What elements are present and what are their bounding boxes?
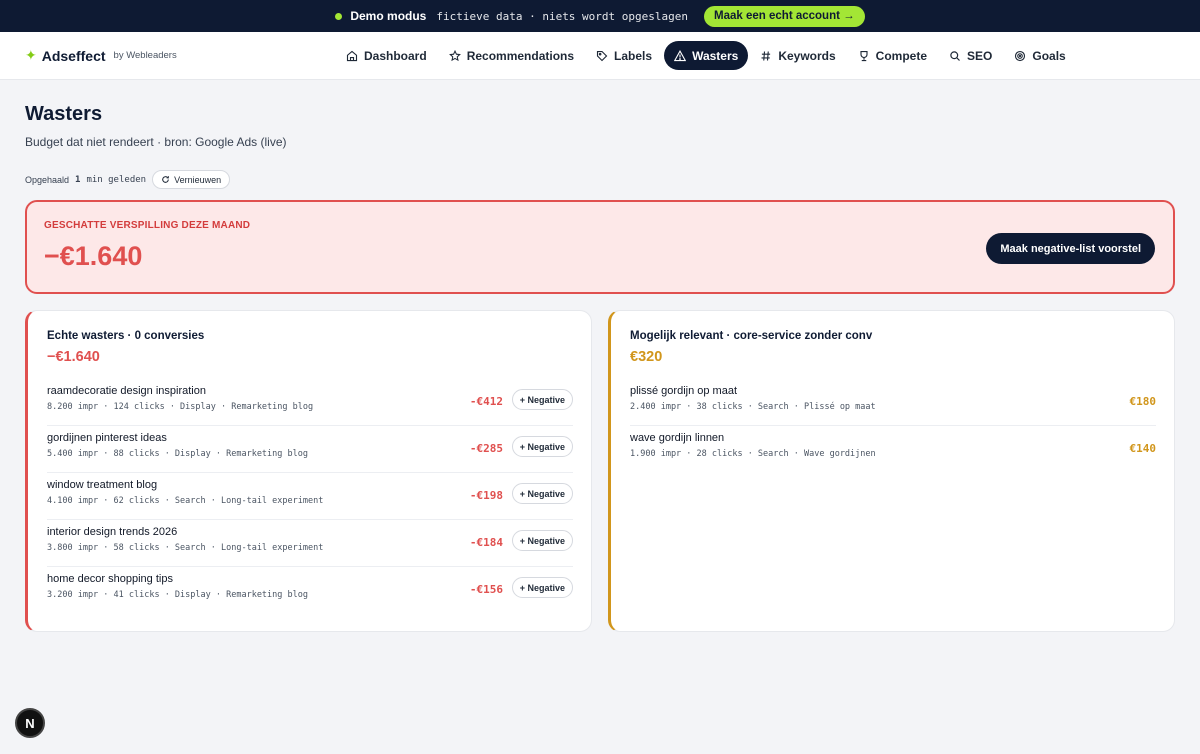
search-icon — [950, 50, 960, 61]
brand-logo[interactable]: ✦ Adseffect by Webleaders — [25, 47, 177, 64]
fetched-suffix: min geleden — [86, 174, 147, 185]
panel-total: €320 — [630, 349, 663, 365]
create-account-button[interactable]: Maak een echt account → — [704, 5, 865, 27]
add-negative-button[interactable]: + Negative — [511, 389, 573, 410]
keyword-cost: -€184 — [469, 536, 503, 549]
keyword-meta: 2.400 impr · 38 clicks · Search · Plissé… — [630, 402, 876, 412]
status-dot-icon — [335, 12, 343, 20]
real-wasters-panel: Echte wasters · 0 conversies −€1.640 raa… — [25, 310, 592, 632]
possibly-relevant-panel: Mogelijk relevant · core-service zonder … — [608, 310, 1175, 632]
nav-item-compete[interactable]: Compete — [848, 41, 937, 70]
keyword-cost: -€285 — [469, 442, 503, 455]
nav-item-wasters[interactable]: Wasters — [664, 41, 749, 70]
add-negative-button[interactable]: + Negative — [511, 577, 573, 598]
sparkle-icon: ✦ — [25, 47, 37, 63]
nav-label: Goals — [1032, 48, 1066, 63]
panel-heading: Echte wasters · 0 conversies — [47, 330, 205, 342]
keyword-cost: -€412 — [469, 395, 503, 408]
list-item: raamdecoratie design inspiration 8.200 i… — [47, 379, 573, 426]
add-negative-button[interactable]: + Negative — [511, 483, 573, 504]
panel-total: −€1.640 — [47, 349, 100, 365]
keyword-text: wave gordijn linnen — [630, 432, 725, 444]
refresh-label: Vernieuwen — [174, 174, 222, 185]
keyword-meta: 1.900 impr · 28 clicks · Search · Wave g… — [630, 449, 876, 459]
fetched-status: Opgehaald 1 min geleden Vernieuwen — [25, 170, 1175, 189]
add-negative-button[interactable]: + Negative — [511, 530, 573, 551]
fetched-prefix: Opgehaald — [25, 174, 70, 185]
nav-item-seo[interactable]: SEO — [939, 41, 1002, 70]
refresh-button[interactable]: Vernieuwen — [152, 170, 231, 189]
dev-tools-badge[interactable]: N — [15, 708, 45, 738]
fetched-value: 1 — [75, 174, 81, 185]
page-subtitle: Budget dat niet rendeert · bron: Google … — [25, 135, 287, 149]
home-icon — [346, 50, 358, 61]
nav-label: Keywords — [778, 48, 836, 63]
main-content: Wasters Budget dat niet rendeert · bron:… — [0, 80, 1200, 632]
star-icon — [448, 49, 461, 61]
nav-label: Compete — [875, 48, 928, 63]
keyword-cost: €180 — [1129, 395, 1157, 408]
panel-heading: Mogelijk relevant · core-service zonder … — [630, 330, 873, 342]
demo-note: fictieve data · niets wordt opgeslagen — [436, 9, 689, 23]
warning-icon — [674, 49, 687, 61]
nav-label: Wasters — [692, 48, 739, 63]
nav-item-dashboard[interactable]: Dashboard — [336, 41, 437, 70]
refresh-icon — [162, 176, 169, 183]
list-item: interior design trends 2026 3.800 impr ·… — [47, 520, 573, 567]
nav-item-recommendations[interactable]: Recommendations — [439, 41, 584, 70]
nav-label: Recommendations — [466, 48, 575, 63]
keyword-cost: -€198 — [469, 489, 503, 502]
list-item: wave gordijn linnen 1.900 impr · 28 clic… — [630, 426, 1156, 473]
demo-banner: Demo modus fictieve data · niets wordt o… — [0, 0, 1200, 32]
nav-item-labels[interactable]: Labels — [586, 41, 662, 70]
demo-mode-label: Demo modus — [350, 9, 427, 23]
hash-icon — [761, 50, 771, 61]
top-navigation: ✦ Adseffect by Webleaders Dashboard Reco… — [0, 32, 1200, 80]
list-item: home decor shopping tips 3.200 impr · 41… — [47, 567, 573, 614]
keyword-cost: €140 — [1129, 442, 1157, 455]
nav-label: SEO — [967, 48, 993, 63]
main-nav: Dashboard Recommendations Labels Wasters… — [336, 41, 1076, 70]
tag-icon — [596, 50, 608, 61]
keyword-cost: -€156 — [469, 583, 503, 596]
negative-list-proposal-button[interactable]: Maak negative-list voorstel — [986, 233, 1155, 264]
nav-label: Labels — [614, 48, 653, 63]
target-icon — [1015, 50, 1026, 61]
waster-columns: Echte wasters · 0 conversies −€1.640 raa… — [25, 310, 1175, 632]
waste-label: GESCHATTE VERSPILLING DEZE MAAND — [44, 220, 251, 231]
page-title: Wasters — [25, 103, 103, 125]
relevant-list: plissé gordijn op maat 2.400 impr · 38 c… — [630, 379, 1156, 473]
brand-byline: by Webleaders — [113, 50, 177, 61]
wasters-list: raamdecoratie design inspiration 8.200 i… — [47, 379, 573, 614]
nav-item-keywords[interactable]: Keywords — [750, 41, 845, 70]
list-item: plissé gordijn op maat 2.400 impr · 38 c… — [630, 379, 1156, 426]
nav-item-goals[interactable]: Goals — [1004, 41, 1075, 70]
list-item: gordijnen pinterest ideas 5.400 impr · 8… — [47, 426, 573, 473]
brand-name: Adseffect — [41, 47, 106, 64]
keyword-text: plissé gordijn op maat — [630, 385, 738, 397]
nav-label: Dashboard — [364, 48, 427, 63]
trophy-icon — [860, 50, 868, 61]
add-negative-button[interactable]: + Negative — [511, 436, 573, 457]
estimated-waste-card: GESCHATTE VERSPILLING DEZE MAAND −€1.640… — [25, 200, 1175, 294]
list-item: window treatment blog 4.100 impr · 62 cl… — [47, 473, 573, 520]
